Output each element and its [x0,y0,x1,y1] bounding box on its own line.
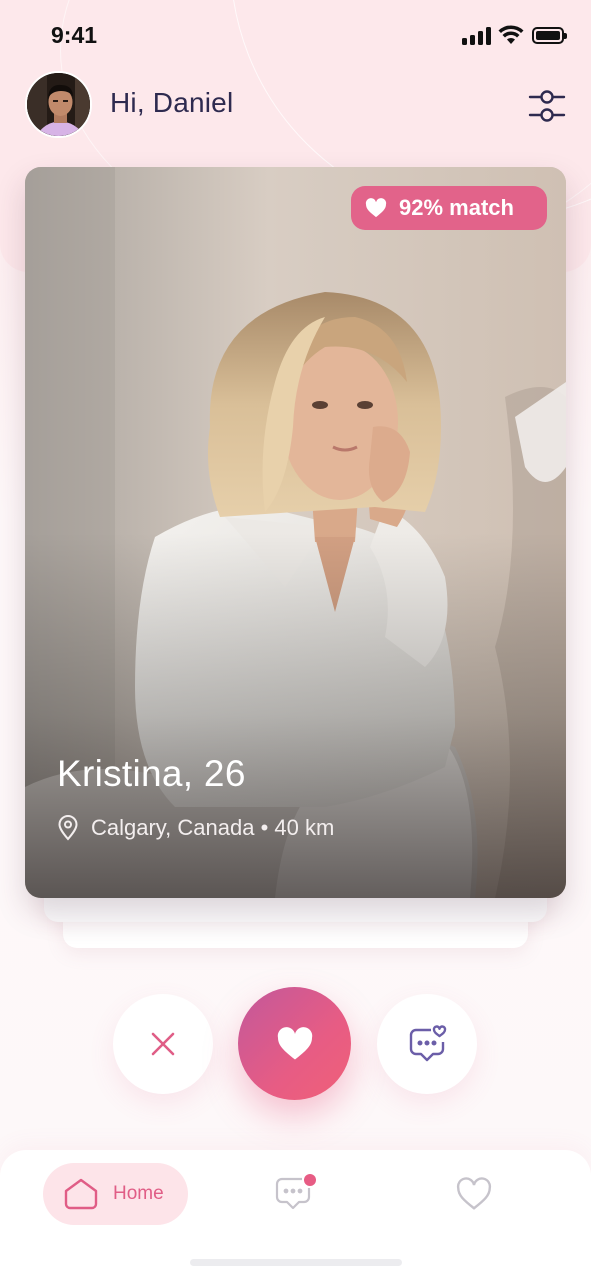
close-icon [151,1032,175,1056]
greeting-text: Hi, Daniel [110,87,234,118]
status-time: 9:41 [51,22,98,48]
filter-button[interactable] [527,86,567,126]
profile-name: Kristina, 26 [57,753,246,794]
nav-home[interactable]: Home [43,1163,188,1225]
notification-dot [304,1174,316,1186]
nav-messages[interactable] [274,1174,316,1214]
heart-icon [365,198,387,218]
sliders-icon [528,90,566,122]
signal-icon [462,27,492,45]
home-icon [64,1178,98,1210]
battery-icon [532,27,567,44]
location-pin-icon [58,815,78,841]
status-icons [462,24,570,48]
dislike-button[interactable] [113,994,213,1094]
home-indicator [190,1259,402,1266]
match-badge: 92% match [351,186,547,230]
location-text: Calgary, Canada • 40 km [91,815,335,840]
app-screen: 9:41 Hi, Daniel 92% match Kristina, 26 C… [0,0,591,1280]
match-label: 92% match [399,195,514,220]
message-button[interactable] [377,994,477,1094]
like-button[interactable] [238,987,351,1100]
heart-icon [277,1026,312,1059]
user-avatar[interactable] [25,71,92,138]
profile-location: Calgary, Canada • 40 km [57,815,334,841]
nav-likes[interactable] [456,1177,492,1213]
wifi-icon [498,25,524,44]
nav-home-label: Home [113,1183,164,1204]
heart-icon [456,1177,492,1210]
chat-heart-icon [409,1025,447,1062]
profile-card[interactable]: 92% match Kristina, 26 Calgary, Canada •… [25,167,566,898]
